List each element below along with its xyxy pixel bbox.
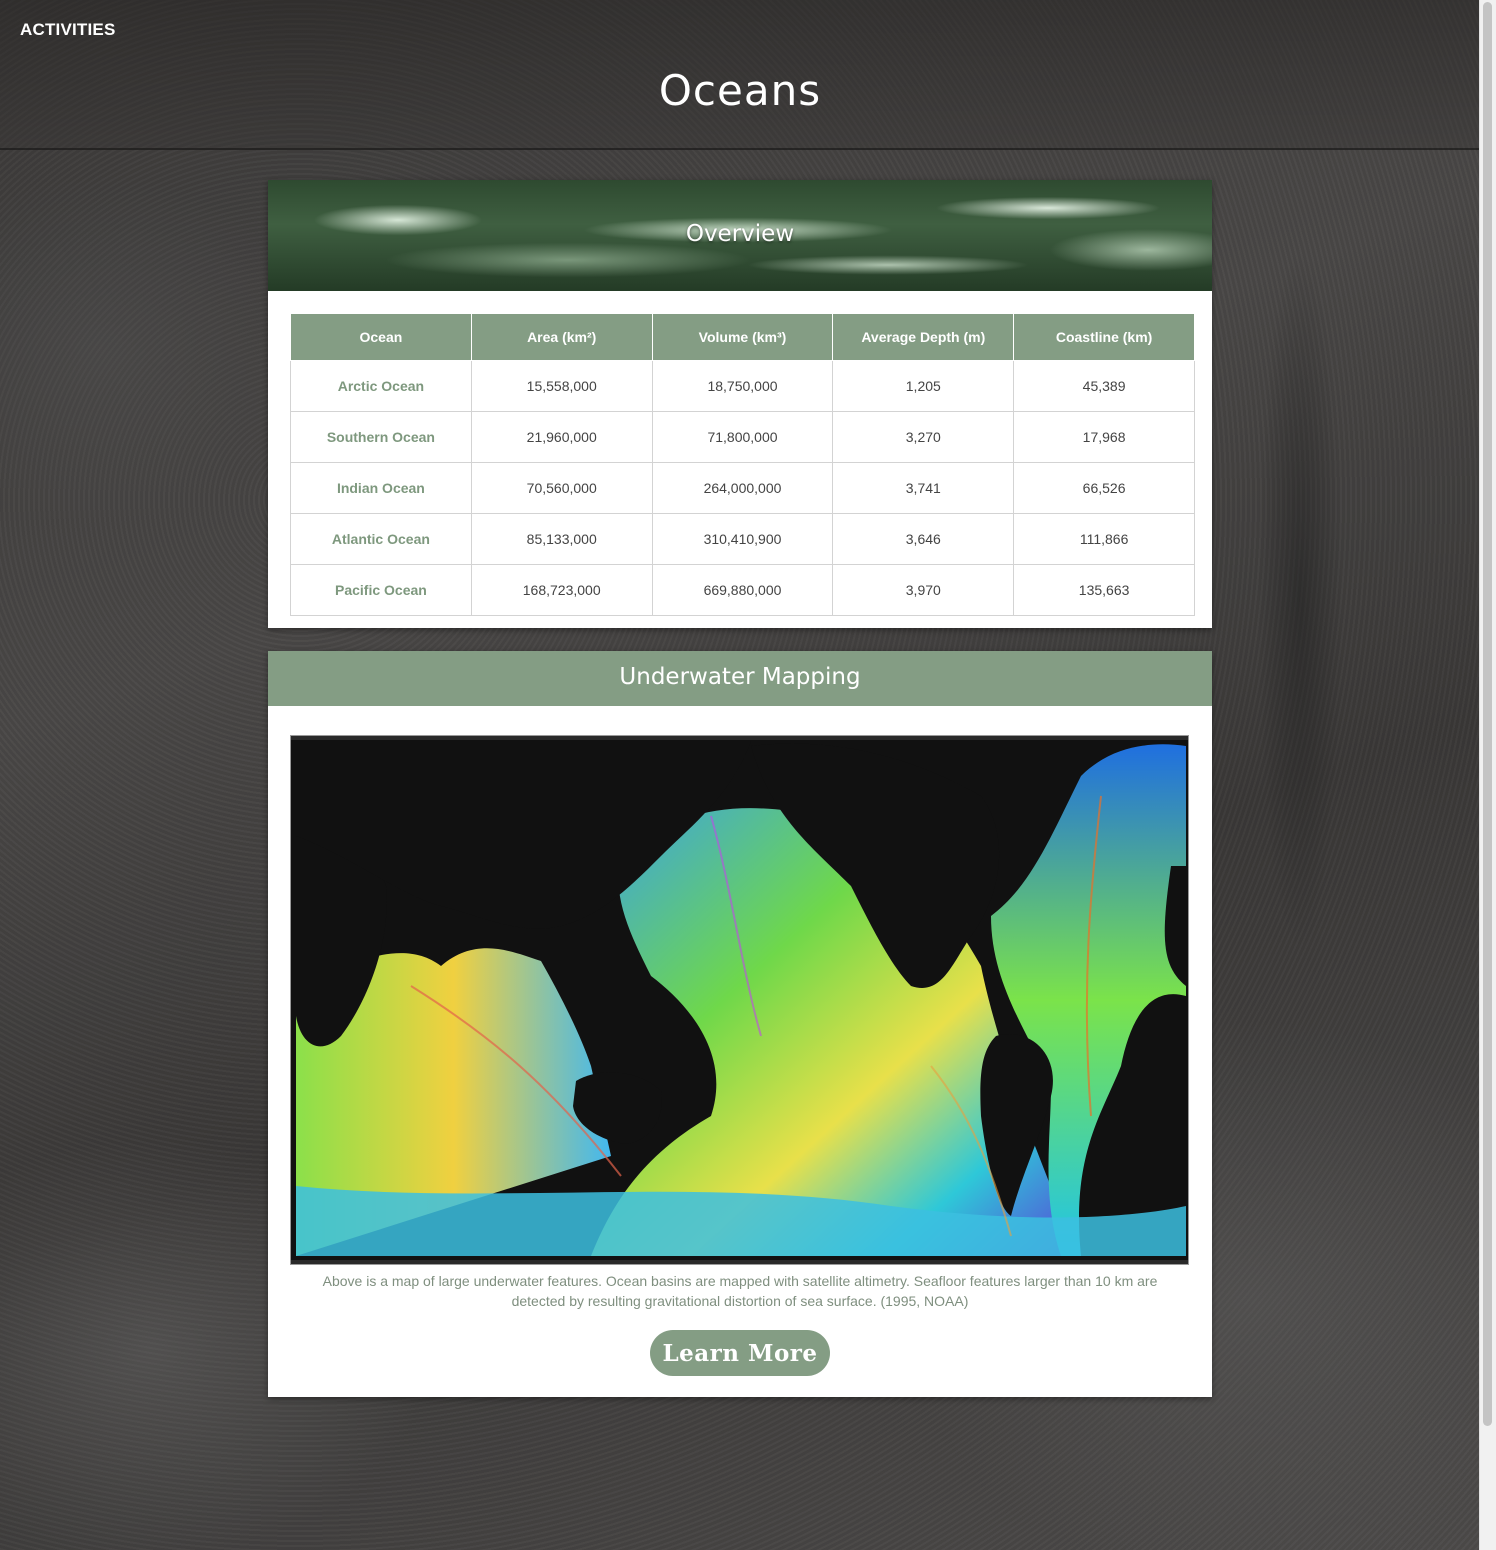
ocean-name-cell: Atlantic Ocean [290, 513, 472, 565]
scrollbar-thumb[interactable] [1483, 2, 1492, 1426]
ocean-name-cell: Southern Ocean [290, 411, 472, 463]
mapping-header: Underwater Mapping [268, 651, 1212, 706]
average-depth-cell: 3,270 [832, 411, 1015, 463]
coastline-cell: 17,968 [1013, 411, 1195, 463]
seafloor-map-graphic [291, 736, 1188, 1264]
column-header-area: Area (km²) [470, 313, 653, 361]
activities-link[interactable]: ACTIVITIES [20, 20, 116, 40]
seafloor-map-image [290, 735, 1189, 1265]
vertical-scrollbar[interactable] [1479, 0, 1496, 1550]
area-cell: 85,133,000 [470, 513, 653, 565]
area-cell: 70,560,000 [470, 462, 653, 514]
average-depth-cell: 1,205 [832, 360, 1015, 412]
average-depth-cell: 3,646 [832, 513, 1015, 565]
volume-cell: 310,410,900 [651, 513, 834, 565]
overview-banner: Overview [268, 180, 1212, 291]
table-row: Arctic Ocean 15,558,000 18,750,000 1,205… [290, 360, 1195, 412]
column-header-volume: Volume (km³) [651, 313, 834, 361]
page-title: Oceans [658, 66, 822, 115]
ocean-table-container: Ocean Area (km²) Volume (km³) Average De… [290, 313, 1195, 616]
table-row: Indian Ocean 70,560,000 264,000,000 3,74… [290, 462, 1195, 514]
table-row: Atlantic Ocean 85,133,000 310,410,900 3,… [290, 513, 1195, 565]
mapping-title: Underwater Mapping [619, 664, 861, 690]
column-header-coastline: Coastline (km) [1013, 313, 1195, 361]
average-depth-cell: 3,741 [832, 462, 1015, 514]
volume-cell: 71,800,000 [651, 411, 834, 463]
top-header: ACTIVITIES Oceans [0, 0, 1480, 150]
learn-more-button[interactable]: Learn More [650, 1330, 830, 1376]
area-cell: 15,558,000 [470, 360, 653, 412]
coastline-cell: 45,389 [1013, 360, 1195, 412]
average-depth-cell: 3,970 [832, 564, 1015, 616]
table-header-row: Ocean Area (km²) Volume (km³) Average De… [290, 313, 1195, 361]
overview-card: Overview Ocean Area (km²) Volume (km³) A… [268, 180, 1212, 628]
volume-cell: 669,880,000 [651, 564, 834, 616]
ocean-name-cell: Indian Ocean [290, 462, 472, 514]
coastline-cell: 66,526 [1013, 462, 1195, 514]
map-caption: Above is a map of large underwater featu… [322, 1273, 1158, 1309]
ocean-name-cell: Arctic Ocean [290, 360, 472, 412]
ocean-table: Ocean Area (km²) Volume (km³) Average De… [290, 313, 1195, 616]
coastline-cell: 135,663 [1013, 564, 1195, 616]
volume-cell: 264,000,000 [651, 462, 834, 514]
column-header-average-depth: Average Depth (m) [832, 313, 1015, 361]
column-header-ocean: Ocean [290, 313, 472, 361]
ocean-name-cell: Pacific Ocean [290, 564, 472, 616]
area-cell: 168,723,000 [470, 564, 653, 616]
coastline-cell: 111,866 [1013, 513, 1195, 565]
table-row: Southern Ocean 21,960,000 71,800,000 3,2… [290, 411, 1195, 463]
underwater-mapping-card: Underwater Mapping Above is a map of lar… [268, 651, 1212, 1397]
table-row: Pacific Ocean 168,723,000 669,880,000 3,… [290, 564, 1195, 616]
area-cell: 21,960,000 [470, 411, 653, 463]
overview-title: Overview [685, 221, 795, 247]
volume-cell: 18,750,000 [651, 360, 834, 412]
